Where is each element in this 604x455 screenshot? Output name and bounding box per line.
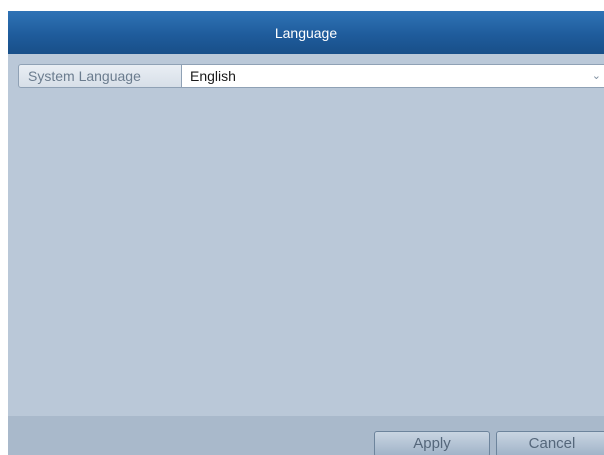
system-language-select[interactable]: English ⌄ bbox=[182, 64, 604, 88]
system-language-value: English bbox=[190, 68, 236, 84]
system-language-label: System Language bbox=[18, 64, 182, 88]
cancel-button[interactable]: Cancel bbox=[496, 431, 604, 455]
language-dialog: Language System Language English ⌄ Apply… bbox=[8, 11, 604, 455]
chevron-down-icon[interactable]: ⌄ bbox=[592, 65, 601, 87]
dialog-title: Language bbox=[8, 11, 604, 54]
apply-button[interactable]: Apply bbox=[374, 431, 490, 455]
dialog-footer: Apply Cancel bbox=[8, 416, 604, 455]
dialog-title-text: Language bbox=[274, 24, 338, 41]
dialog-content: System Language English ⌄ bbox=[8, 54, 604, 416]
system-language-row: System Language English ⌄ bbox=[18, 64, 604, 88]
